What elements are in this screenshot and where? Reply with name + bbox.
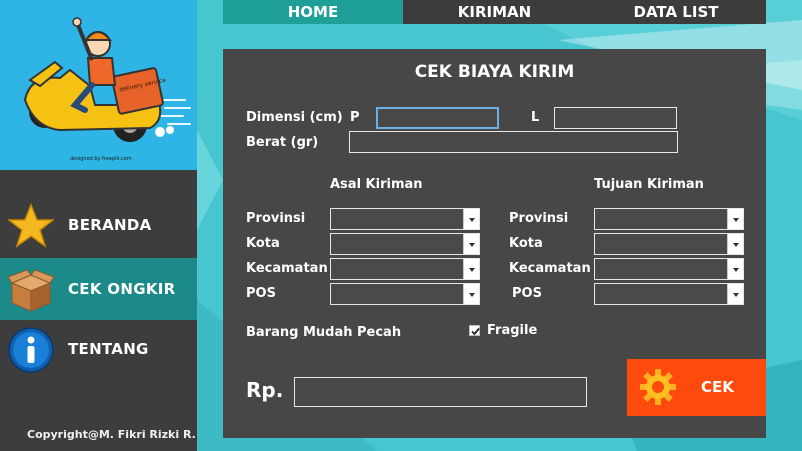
asal-kota-label: Kota [246, 236, 280, 251]
sidebar-item-label: TENTANG [68, 340, 149, 358]
fragile-label: Barang Mudah Pecah [246, 325, 402, 340]
asal-kiriman-header: Asal Kiriman [330, 177, 423, 192]
tab-kiriman[interactable]: KIRIMAN [403, 0, 586, 24]
check-icon [471, 327, 480, 336]
sidebar: designed by freepik.com delivery service… [0, 0, 197, 451]
dimensi-label: Dimensi (cm) [246, 110, 343, 125]
cek-biaya-card: CEK BIAYA KIRIM Dimensi (cm) P L Berat (… [223, 49, 766, 438]
asal-kecamatan-select[interactable] [330, 258, 480, 280]
panjang-input[interactable] [376, 107, 499, 129]
cek-button[interactable]: CEK [627, 359, 766, 416]
sidebar-item-beranda[interactable]: BERANDA [0, 194, 197, 256]
sidebar-item-label: BERANDA [68, 216, 152, 234]
tujuan-kota-select[interactable] [594, 233, 744, 255]
asal-kecamatan-label: Kecamatan [246, 261, 328, 276]
tujuan-provinsi-label: Provinsi [509, 211, 569, 226]
box-icon [8, 269, 54, 312]
chevron-down-icon [727, 209, 743, 229]
tab-home[interactable]: HOME [223, 0, 403, 24]
asal-kota-select[interactable] [330, 233, 480, 255]
top-tabbar: HOME KIRIMAN DATA LIST [223, 0, 766, 24]
sidebar-item-tentang[interactable]: TENTANG [0, 318, 197, 380]
hero-illustration: designed by freepik.com delivery service [0, 0, 197, 170]
p-label: P [350, 110, 360, 125]
hero-credit: designed by freepik.com [70, 156, 132, 162]
chevron-down-icon [463, 209, 479, 229]
tujuan-kecamatan-select[interactable] [594, 258, 744, 280]
gear-icon [640, 369, 676, 405]
fragile-checkbox[interactable] [469, 325, 480, 336]
copyright-text: Copyright@M. Fikri Rizki R. [27, 428, 196, 441]
rp-label: Rp. [246, 378, 284, 402]
tujuan-kecamatan-label: Kecamatan [509, 261, 591, 276]
sidebar-item-cek-ongkir[interactable]: CEK ONGKIR [0, 258, 197, 320]
tujuan-kiriman-header: Tujuan Kiriman [594, 177, 704, 192]
chevron-down-icon [727, 234, 743, 254]
asal-provinsi-select[interactable] [330, 208, 480, 230]
biaya-output-field[interactable] [294, 377, 587, 407]
chevron-down-icon [463, 259, 479, 279]
page-title: CEK BIAYA KIRIM [414, 62, 575, 82]
asal-provinsi-label: Provinsi [246, 211, 306, 226]
chevron-down-icon [463, 234, 479, 254]
chevron-down-icon [463, 284, 479, 304]
tujuan-kota-label: Kota [509, 236, 543, 251]
chevron-down-icon [727, 259, 743, 279]
sidebar-item-label: CEK ONGKIR [68, 280, 176, 298]
asal-pos-select[interactable] [330, 283, 480, 305]
tujuan-pos-label: POS [512, 286, 542, 301]
info-icon [8, 327, 54, 373]
tujuan-provinsi-select[interactable] [594, 208, 744, 230]
star-icon [8, 203, 54, 248]
lebar-input[interactable] [554, 107, 677, 129]
chevron-down-icon [727, 284, 743, 304]
delivery-scooter-illustration: designed by freepik.com delivery service [0, 0, 197, 170]
tab-data-list[interactable]: DATA LIST [586, 0, 766, 24]
berat-input[interactable] [349, 131, 678, 153]
l-label: L [531, 110, 540, 125]
fragile-checkbox-label: Fragile [487, 323, 538, 338]
berat-label: Berat (gr) [246, 135, 319, 150]
cek-button-label: CEK [701, 378, 734, 396]
tujuan-pos-select[interactable] [594, 283, 744, 305]
asal-pos-label: POS [246, 286, 276, 301]
